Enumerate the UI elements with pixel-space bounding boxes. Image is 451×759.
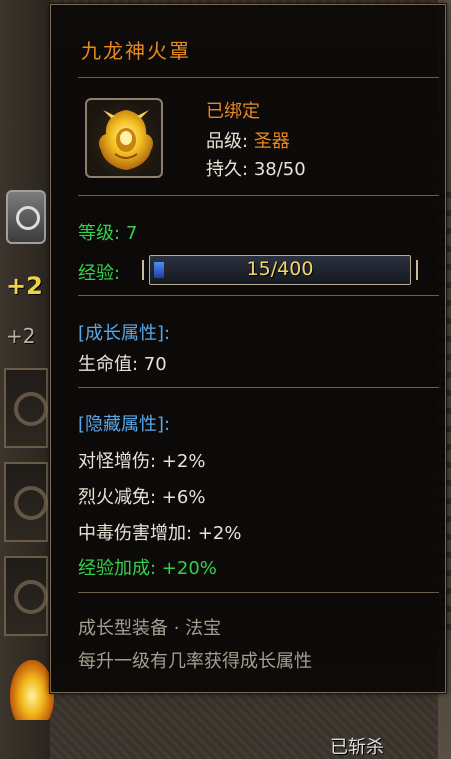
divider: [78, 592, 439, 593]
durability-value: 38/50: [253, 159, 306, 180]
divider: [78, 387, 439, 388]
divider: [78, 295, 439, 296]
equipment-slot[interactable]: [4, 556, 48, 636]
equipment-slot[interactable]: [4, 368, 48, 448]
item-tooltip: 九龙神火罩 已绑定 品级: 圣器 持久: 38/50 等级: 7 经验: 15/…: [50, 4, 446, 693]
bound-status: 已绑定: [206, 101, 260, 122]
treasure-slot-flame-icon[interactable]: [10, 660, 54, 720]
item-name: 九龙神火罩: [81, 39, 191, 63]
hidden-attributes-header: [隐藏属性]:: [78, 414, 171, 435]
hidden-attribute-line-exp-bonus: 经验加成: +20%: [78, 558, 217, 579]
item-description-text: 每升一级有几率获得成长属性: [78, 651, 312, 672]
equipment-slot[interactable]: [4, 462, 48, 542]
durability-label: 持久:: [206, 159, 249, 180]
durability-row: 持久: 38/50: [206, 155, 306, 181]
level-value: 7: [125, 223, 138, 244]
divider: [78, 195, 439, 196]
experience-bar: 15/400: [142, 255, 418, 285]
level-row: 等级: 7: [78, 219, 137, 245]
hidden-attribute-line: 烈火减免: +6%: [78, 487, 206, 508]
lock-icon[interactable]: [6, 190, 46, 244]
enhance-level-text-2: +2: [6, 324, 36, 348]
bracelet-icon: [14, 486, 48, 520]
grade-row: 品级: 圣器: [206, 127, 290, 153]
grade-value: 圣器: [253, 131, 290, 152]
item-type-text: 成长型装备 · 法宝: [78, 618, 222, 639]
experience-text: 15/400: [246, 258, 314, 280]
ring-icon: [14, 392, 48, 426]
enhance-level-text: +2: [6, 272, 43, 300]
divider: [78, 77, 439, 78]
growth-attributes-header: [成长属性]:: [78, 323, 171, 344]
kill-count-label: 已斩杀: [330, 737, 384, 758]
level-label: 等级:: [78, 223, 121, 244]
growth-attribute-line: 生命值: 70: [78, 354, 167, 375]
grade-label: 品级:: [206, 131, 249, 152]
item-icon-frame: [85, 98, 163, 178]
experience-label: 经验:: [78, 263, 121, 284]
hidden-attribute-line: 中毒伤害增加: +2%: [78, 523, 242, 544]
golden-dragon-helmet-icon: [98, 110, 154, 170]
belt-icon: [14, 580, 48, 614]
hidden-attribute-line: 对怪增伤: +2%: [78, 451, 206, 472]
